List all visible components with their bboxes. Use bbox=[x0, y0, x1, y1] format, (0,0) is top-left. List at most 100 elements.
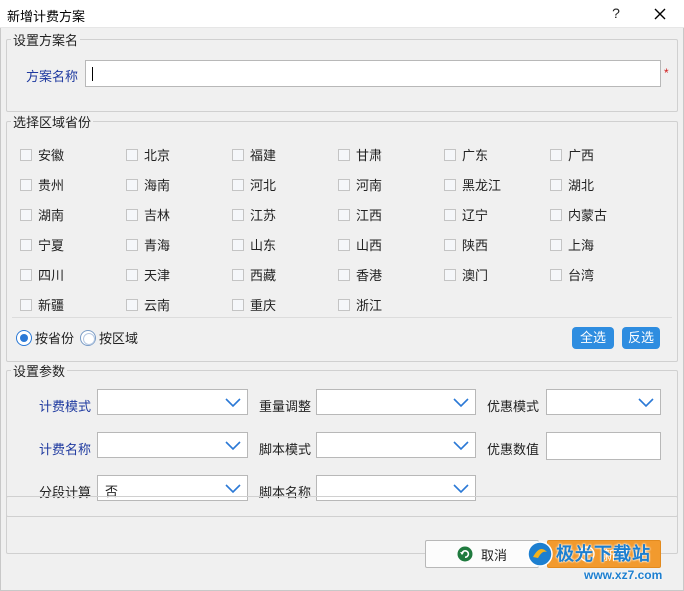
province-label: 海南 bbox=[144, 178, 171, 193]
province-checkbox[interactable]: 台湾 bbox=[550, 265, 594, 284]
province-checkbox[interactable]: 浙江 bbox=[338, 295, 382, 314]
discount-mode-select[interactable] bbox=[546, 389, 661, 415]
weight-adjust-select[interactable] bbox=[316, 389, 476, 415]
province-checkbox[interactable]: 海南 bbox=[126, 175, 170, 194]
province-checkbox[interactable]: 四川 bbox=[20, 265, 64, 284]
script-mode-select[interactable] bbox=[316, 432, 476, 458]
province-checkbox[interactable]: 湖南 bbox=[20, 205, 64, 224]
checkbox-box bbox=[550, 268, 562, 281]
chevron-down-icon bbox=[225, 398, 241, 408]
checkbox-box bbox=[126, 148, 138, 161]
province-label: 四川 bbox=[38, 268, 65, 283]
help-button[interactable]: ? bbox=[608, 3, 624, 23]
chevron-down-icon bbox=[453, 398, 469, 408]
province-checkbox[interactable]: 内蒙古 bbox=[550, 205, 607, 224]
province-checkbox[interactable]: 广东 bbox=[444, 145, 488, 164]
checkbox-box bbox=[126, 268, 138, 281]
province-label: 河北 bbox=[250, 178, 277, 193]
province-label: 台湾 bbox=[568, 268, 595, 283]
province-label: 香港 bbox=[356, 268, 383, 283]
province-checkbox[interactable]: 西藏 bbox=[232, 265, 276, 284]
province-checkbox[interactable]: 北京 bbox=[126, 145, 170, 164]
province-label: 云南 bbox=[144, 298, 171, 313]
cancel-label: 取消 bbox=[480, 547, 507, 563]
province-label: 广西 bbox=[568, 148, 595, 163]
province-checkbox[interactable]: 陕西 bbox=[444, 235, 488, 254]
province-checkbox[interactable]: 河北 bbox=[232, 175, 276, 194]
close-icon[interactable] bbox=[650, 4, 670, 24]
checkbox-box bbox=[20, 268, 32, 281]
checkbox-box bbox=[444, 268, 456, 281]
province-checkbox[interactable]: 贵州 bbox=[20, 175, 64, 194]
checkbox-box bbox=[20, 208, 32, 221]
chevron-down-icon bbox=[638, 398, 654, 408]
province-checkbox[interactable]: 湖北 bbox=[550, 175, 594, 194]
province-label: 贵州 bbox=[38, 178, 65, 193]
province-checkbox[interactable]: 宁夏 bbox=[20, 235, 64, 254]
discount-mode-label: 优惠模式 bbox=[487, 399, 540, 414]
checkbox-box bbox=[232, 178, 244, 191]
province-checkbox[interactable]: 新疆 bbox=[20, 295, 64, 314]
province-checkbox[interactable]: 江西 bbox=[338, 205, 382, 224]
province-checkbox[interactable]: 青海 bbox=[126, 235, 170, 254]
province-label: 福建 bbox=[250, 148, 277, 163]
province-checkbox[interactable]: 河南 bbox=[338, 175, 382, 194]
select-all-button[interactable]: 全选 bbox=[572, 327, 614, 349]
radio-selected-icon bbox=[16, 329, 32, 346]
add-button[interactable]: 新增 bbox=[547, 540, 661, 568]
checkbox-box bbox=[338, 208, 350, 221]
province-label: 辽宁 bbox=[462, 208, 489, 223]
province-checkbox[interactable]: 辽宁 bbox=[444, 205, 488, 224]
billing-mode-select[interactable] bbox=[97, 389, 248, 415]
province-label: 江苏 bbox=[250, 208, 277, 223]
checkbox-box bbox=[232, 268, 244, 281]
billing-name-select[interactable] bbox=[97, 432, 248, 458]
province-checkbox[interactable]: 山东 bbox=[232, 235, 276, 254]
province-label: 宁夏 bbox=[38, 238, 65, 253]
checkbox-box bbox=[338, 238, 350, 251]
province-label: 内蒙古 bbox=[568, 208, 608, 223]
mode-by-region-radio[interactable]: 按区域 bbox=[80, 328, 138, 347]
checkbox-box bbox=[444, 208, 456, 221]
province-checkbox[interactable]: 广西 bbox=[550, 145, 594, 164]
invert-selection-button[interactable]: 反选 bbox=[622, 327, 660, 349]
province-label: 北京 bbox=[144, 148, 171, 163]
province-checkbox[interactable]: 香港 bbox=[338, 265, 382, 284]
province-label: 江西 bbox=[356, 208, 383, 223]
province-checkbox[interactable]: 澳门 bbox=[444, 265, 488, 284]
province-label: 河南 bbox=[356, 178, 383, 193]
required-mark: * bbox=[664, 66, 669, 80]
checkbox-box bbox=[20, 148, 32, 161]
province-checkbox[interactable]: 福建 bbox=[232, 145, 276, 164]
province-checkbox[interactable]: 安徽 bbox=[20, 145, 64, 164]
checkbox-box bbox=[126, 238, 138, 251]
script-mode-label: 脚本模式 bbox=[259, 442, 312, 457]
province-checkbox[interactable]: 吉林 bbox=[126, 205, 170, 224]
province-label: 天津 bbox=[144, 268, 171, 283]
checkbox-box bbox=[126, 298, 138, 311]
province-checkbox[interactable]: 云南 bbox=[126, 295, 170, 314]
province-checkbox[interactable]: 江苏 bbox=[232, 205, 276, 224]
checkbox-box bbox=[20, 298, 32, 311]
chevron-down-icon bbox=[225, 441, 241, 451]
scheme-name-input[interactable] bbox=[85, 60, 661, 87]
province-label: 山西 bbox=[356, 238, 383, 253]
province-checkbox[interactable]: 黑龙江 bbox=[444, 175, 501, 194]
discount-value-input[interactable] bbox=[546, 432, 661, 460]
undo-icon bbox=[457, 546, 473, 562]
province-checkbox[interactable]: 天津 bbox=[126, 265, 170, 284]
add-label: 新增 bbox=[602, 547, 629, 563]
province-label: 上海 bbox=[568, 238, 595, 253]
add-icon bbox=[579, 546, 595, 562]
mode-by-province-label: 按省份 bbox=[35, 331, 75, 346]
cancel-button[interactable]: 取消 bbox=[425, 540, 539, 568]
province-checkbox[interactable]: 重庆 bbox=[232, 295, 276, 314]
discount-value-label: 优惠数值 bbox=[487, 442, 540, 457]
province-label: 黑龙江 bbox=[462, 178, 502, 193]
province-checkbox[interactable]: 上海 bbox=[550, 235, 594, 254]
province-checkbox[interactable]: 甘肃 bbox=[338, 145, 382, 164]
province-checkbox[interactable]: 山西 bbox=[338, 235, 382, 254]
checkbox-box bbox=[232, 298, 244, 311]
province-label: 西藏 bbox=[250, 268, 277, 283]
mode-by-province-radio[interactable]: 按省份 bbox=[16, 328, 74, 347]
